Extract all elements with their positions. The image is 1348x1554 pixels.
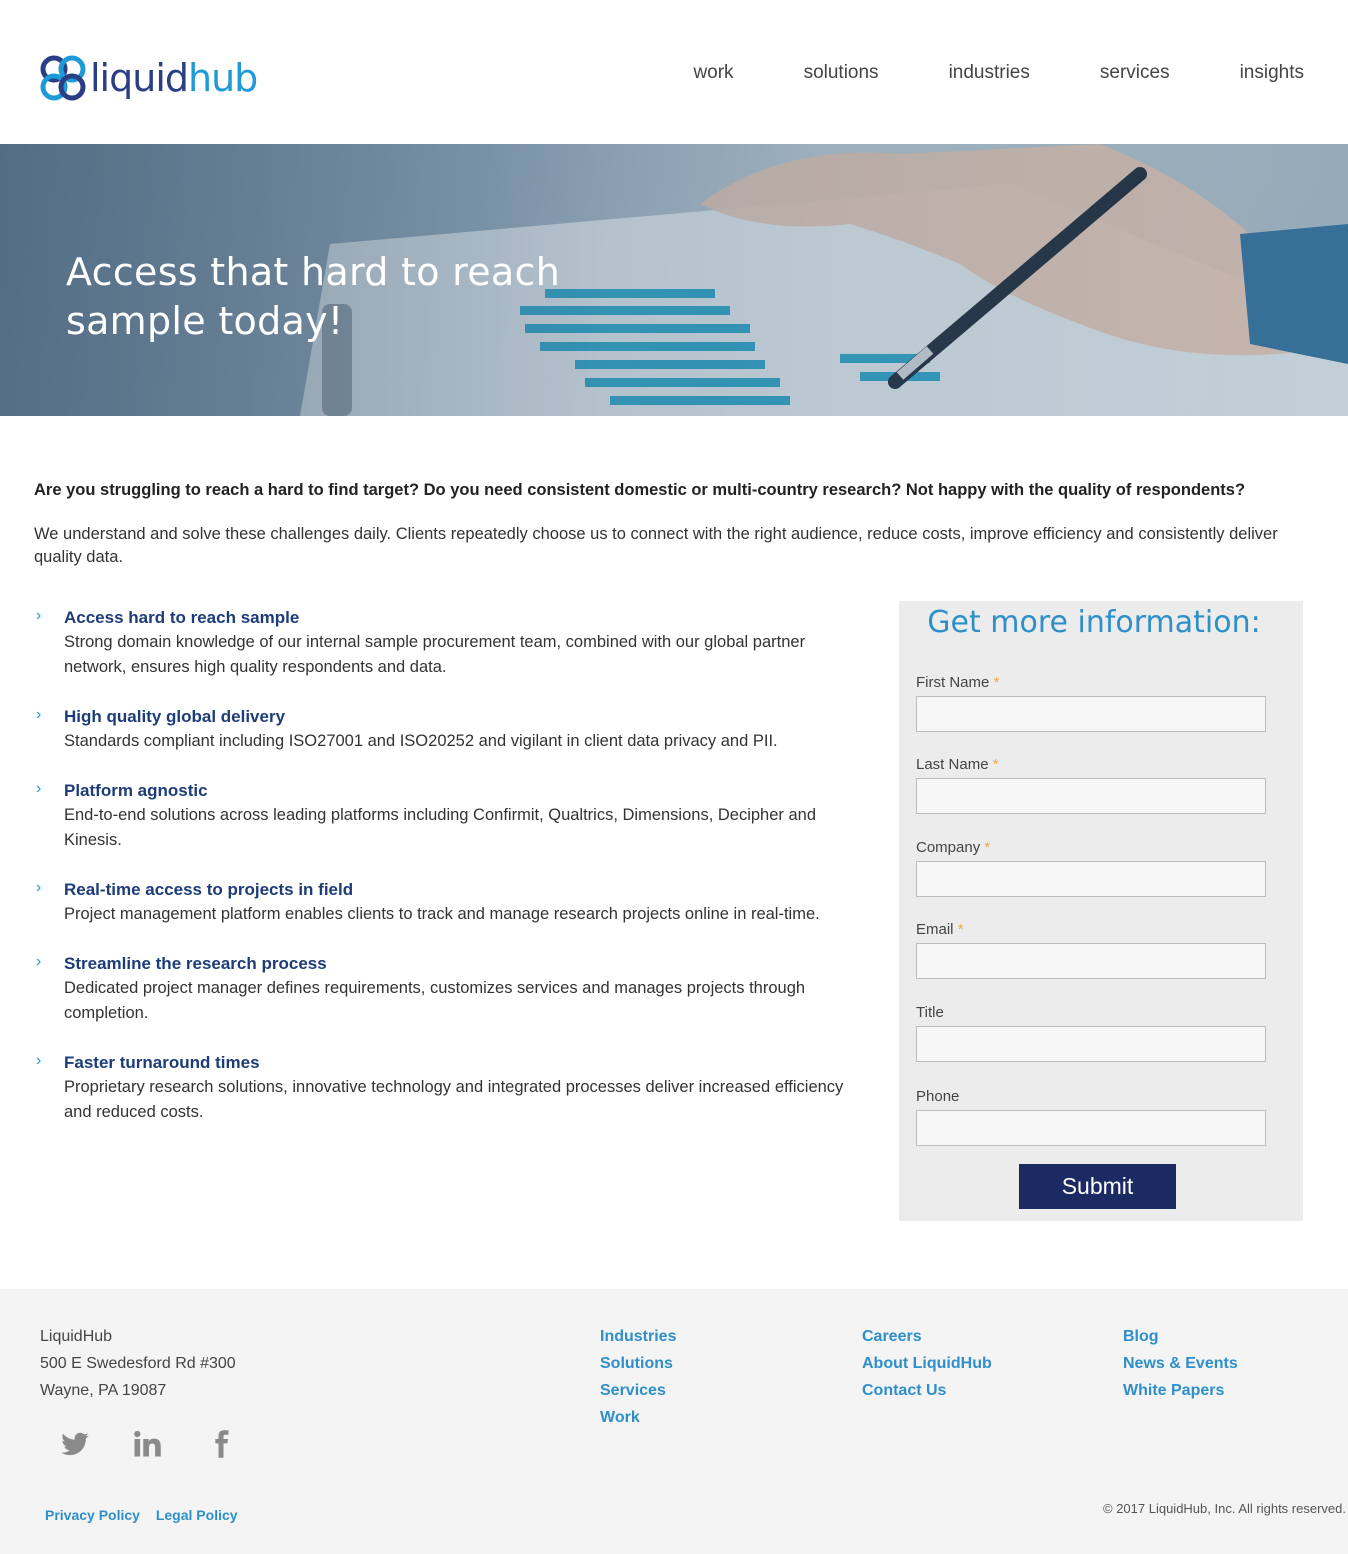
- phone-field: Phone: [916, 1088, 1266, 1146]
- feature-title: Platform agnostic: [64, 781, 208, 800]
- company-label: Company *: [916, 839, 991, 856]
- twitter-icon[interactable]: [60, 1429, 90, 1459]
- last-name-input[interactable]: [916, 778, 1266, 814]
- feature-item: › Access hard to reach sample Strong dom…: [34, 606, 844, 680]
- title-label: Title: [916, 1004, 944, 1021]
- hero-banner: Access that hard to reach sample today!: [0, 144, 1348, 416]
- chevron-right-icon: ›: [36, 879, 42, 896]
- nav-services[interactable]: services: [1100, 62, 1170, 84]
- company-field: Company *: [916, 839, 1266, 897]
- intro-paragraph: We understand and solve these challenges…: [34, 525, 1278, 566]
- address-city: Wayne, PA 19087: [40, 1382, 167, 1399]
- main-nav: work solutions industries services insig…: [623, 62, 1304, 84]
- email-label: Email *: [916, 921, 964, 938]
- phone-label: Phone: [916, 1088, 960, 1105]
- feature-text: Dedicated project manager defines requir…: [64, 979, 806, 1022]
- company-address: LiquidHub 500 E Swedesford Rd #300 Wayne…: [40, 1323, 236, 1404]
- copyright: © 2017 LiquidHub, Inc. All rights reserv…: [1103, 1501, 1346, 1516]
- feature-list: › Access hard to reach sample Strong dom…: [34, 606, 844, 1150]
- feature-item: › Streamline the research process Dedica…: [34, 952, 844, 1026]
- footer-links-col1: Industries Solutions Services Work: [600, 1323, 676, 1431]
- address-company: LiquidHub: [40, 1328, 113, 1345]
- feature-item: › High quality global delivery Standards…: [34, 705, 844, 754]
- form-title: Get more information:: [927, 605, 1261, 640]
- chevron-right-icon: ›: [36, 953, 42, 970]
- feature-item: › Platform agnostic End-to-end solutions…: [34, 779, 844, 853]
- policy-links: Privacy Policy Legal Policy: [45, 1507, 250, 1523]
- logo-mark-icon: [40, 55, 86, 101]
- feature-title: Real-time access to projects in field: [64, 880, 354, 899]
- footer-link-white-papers[interactable]: White Papers: [1123, 1377, 1238, 1404]
- footer-link-careers[interactable]: Careers: [862, 1323, 992, 1350]
- footer-link-solutions[interactable]: Solutions: [600, 1350, 676, 1377]
- email-input[interactable]: [916, 943, 1266, 979]
- first-name-label: First Name *: [916, 674, 1000, 691]
- hero-title: Access that hard to reach sample today!: [66, 250, 561, 343]
- nav-industries[interactable]: industries: [949, 62, 1030, 84]
- footer-link-blog[interactable]: Blog: [1123, 1323, 1238, 1350]
- feature-title: Access hard to reach sample: [64, 608, 300, 627]
- footer-link-work[interactable]: Work: [600, 1404, 676, 1431]
- facebook-icon[interactable]: [206, 1429, 236, 1459]
- feature-text: End-to-end solutions across leading plat…: [64, 806, 817, 849]
- feature-text: Project management platform enables clie…: [64, 905, 820, 923]
- site-footer: LiquidHub 500 E Swedesford Rd #300 Wayne…: [0, 1289, 1348, 1554]
- liquidhub-logo[interactable]: liquidhub: [38, 50, 258, 106]
- footer-link-about[interactable]: About LiquidHub: [862, 1350, 992, 1377]
- feature-title: High quality global delivery: [64, 707, 286, 726]
- last-name-label: Last Name *: [916, 756, 999, 773]
- nav-work[interactable]: work: [693, 62, 733, 84]
- nav-solutions[interactable]: solutions: [804, 62, 879, 84]
- last-name-field: Last Name *: [916, 756, 1266, 814]
- first-name-field: First Name *: [916, 674, 1266, 732]
- chevron-right-icon: ›: [36, 1052, 42, 1069]
- address-street: 500 E Swedesford Rd #300: [40, 1355, 236, 1372]
- feature-text: Strong domain knowledge of our internal …: [64, 633, 806, 676]
- info-request-form: Get more information: First Name * Last …: [899, 601, 1303, 1221]
- footer-link-contact[interactable]: Contact Us: [862, 1377, 992, 1404]
- feature-text: Standards compliant including ISO27001 a…: [64, 732, 778, 750]
- chevron-right-icon: ›: [36, 607, 42, 624]
- phone-input[interactable]: [916, 1110, 1266, 1146]
- title-input[interactable]: [916, 1026, 1266, 1062]
- footer-link-industries[interactable]: Industries: [600, 1323, 676, 1350]
- footer-links-col3: Blog News & Events White Papers: [1123, 1323, 1238, 1404]
- feature-text: Proprietary research solutions, innovati…: [64, 1078, 844, 1121]
- company-input[interactable]: [916, 861, 1266, 897]
- email-field: Email *: [916, 921, 1266, 979]
- feature-title: Streamline the research process: [64, 954, 327, 973]
- intro-question: Are you struggling to reach a hard to fi…: [34, 481, 1246, 499]
- linkedin-icon[interactable]: [132, 1429, 162, 1459]
- footer-links-col2: Careers About LiquidHub Contact Us: [862, 1323, 992, 1404]
- privacy-policy-link[interactable]: Privacy Policy: [45, 1507, 140, 1523]
- feature-item: › Faster turnaround times Proprietary re…: [34, 1051, 844, 1125]
- chevron-right-icon: ›: [36, 780, 42, 797]
- submit-button[interactable]: Submit: [1019, 1164, 1176, 1209]
- footer-link-news-events[interactable]: News & Events: [1123, 1350, 1238, 1377]
- feature-item: › Real-time access to projects in field …: [34, 878, 844, 927]
- legal-policy-link[interactable]: Legal Policy: [156, 1507, 238, 1523]
- feature-title: Faster turnaround times: [64, 1053, 260, 1072]
- logo-wordmark: liquidhub: [90, 56, 258, 100]
- title-field: Title: [916, 1004, 1266, 1062]
- site-header: liquidhub work solutions industries serv…: [0, 0, 1348, 144]
- chevron-right-icon: ›: [36, 706, 42, 723]
- first-name-input[interactable]: [916, 696, 1266, 732]
- footer-link-services[interactable]: Services: [600, 1377, 676, 1404]
- nav-insights[interactable]: insights: [1240, 62, 1304, 84]
